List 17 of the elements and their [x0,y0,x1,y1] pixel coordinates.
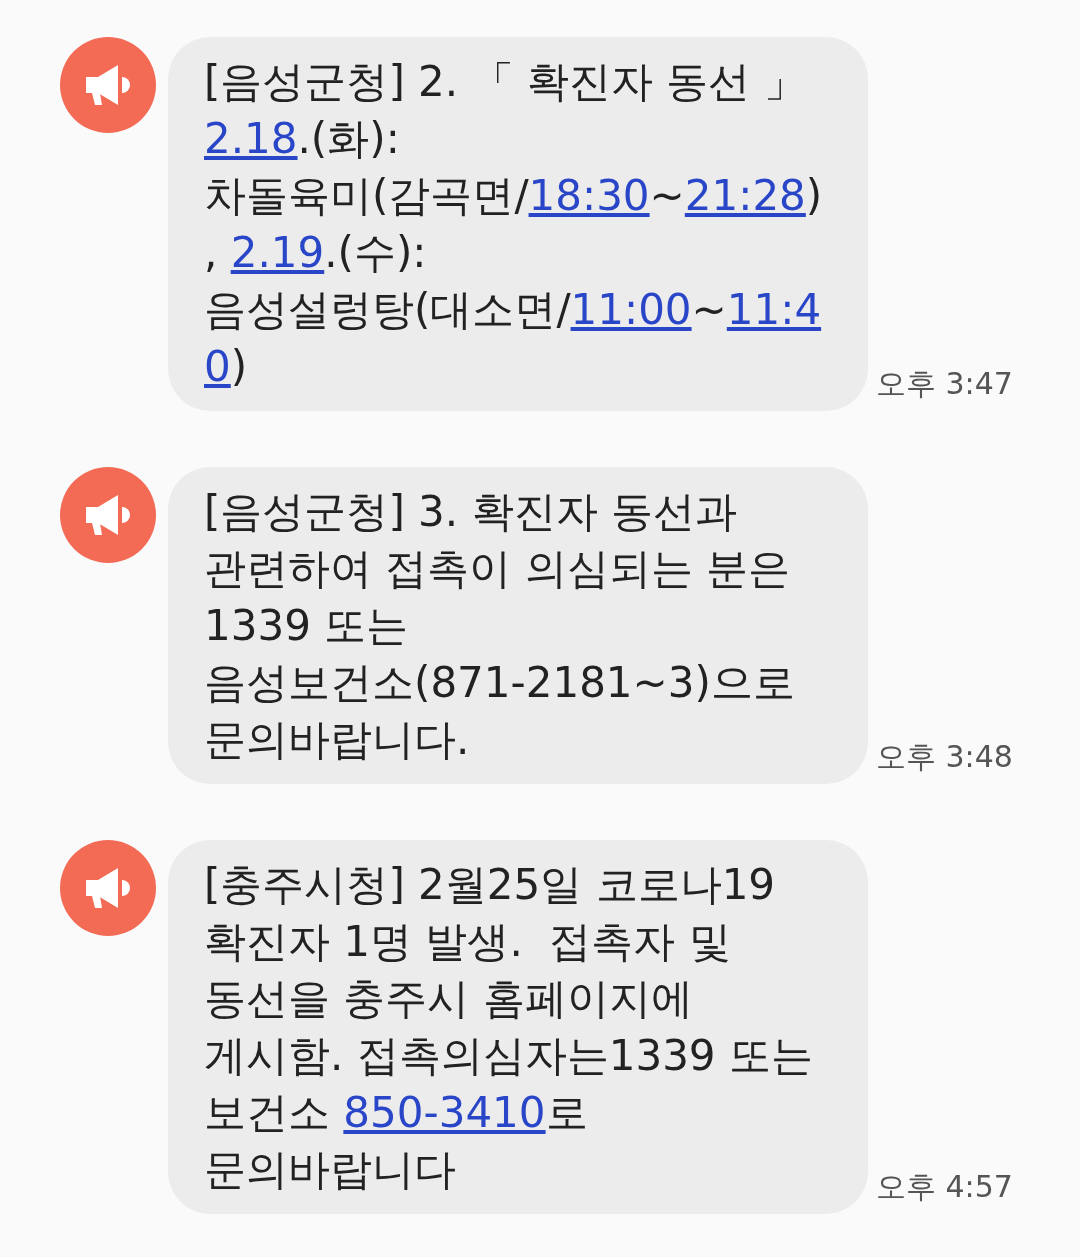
link[interactable]: 21:28 [684,171,806,220]
link[interactable]: 18:30 [528,171,650,220]
link[interactable]: 850-3410 [343,1088,546,1137]
megaphone-icon [60,37,156,133]
message-text: [음성군청] 2. 「 확진자 동선 」 2.18.(화): 차돌육미(감곡면/18:30~21:28) , 2.19.(수): 음성설렁탕(대소면/11:00~11:4 0) [204,56,824,393]
message-text: [음성군청] 3. 확진자 동선과 관련하여 접촉이 의심되는 분은 1339 또는 음성보건소(871-2181~3)으로 문의바랍니다. [204,486,796,766]
link[interactable]: 11:00 [570,285,692,334]
megaphone-icon [60,840,156,936]
link[interactable]: 2.18 [204,114,298,163]
message-text: [충주시청] 2월25일 코로나19 확진자 1명 발생. 접촉자 및 동선을 충주시 홈페이지에 게시함. 접촉의심자는1339 또는 보건소 850-3410로 문의바랍니다 [204,859,814,1196]
message-time: 오후 4:57 [876,1168,1013,1206]
message-time: 오후 3:48 [876,738,1013,776]
link[interactable]: 2.19 [230,228,325,277]
link[interactable]: 11:4 [726,285,822,334]
megaphone-icon [60,467,156,563]
message-time: 오후 3:47 [876,365,1013,403]
link[interactable]: 0 [204,342,231,391]
